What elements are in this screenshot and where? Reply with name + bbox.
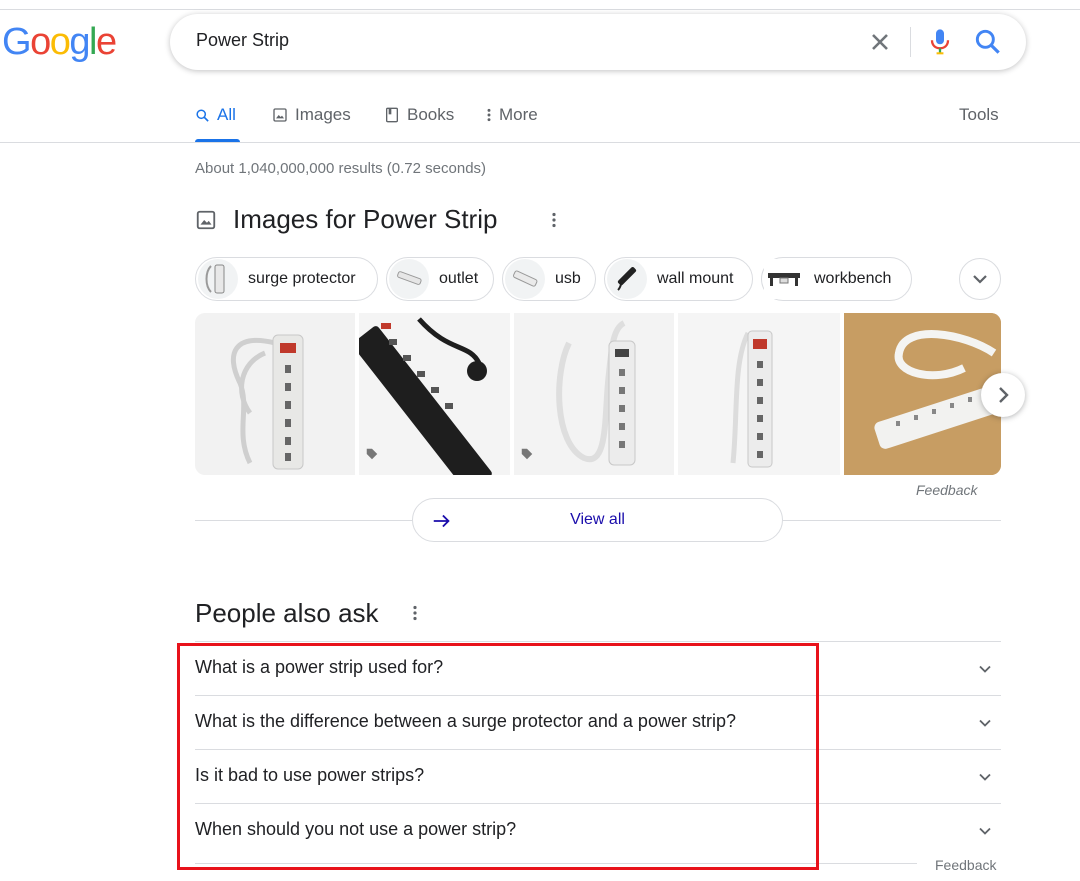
paa-feedback-link[interactable]: Feedback xyxy=(935,857,996,873)
logo-letter: G xyxy=(2,21,32,63)
logo-letter: o xyxy=(30,21,51,63)
view-all-label: View all xyxy=(570,511,625,528)
chevron-down-icon xyxy=(973,275,987,284)
chip-label: outlet xyxy=(439,270,479,287)
chevron-down-icon xyxy=(979,719,991,727)
tab-label: All xyxy=(217,105,236,124)
tab-label: More xyxy=(499,105,538,124)
logo-letter: l xyxy=(88,21,97,63)
chip-label: workbench xyxy=(814,270,892,287)
more-vert-icon[interactable] xyxy=(413,605,417,621)
power-strip-image xyxy=(730,330,773,468)
people-also-ask-title: People also ask xyxy=(195,598,379,628)
image-icon xyxy=(273,108,287,122)
chip-thumbnail xyxy=(764,259,804,299)
search-icon[interactable] xyxy=(972,26,1004,58)
tab-more[interactable]: More xyxy=(486,105,538,125)
logo-letter: g xyxy=(69,21,90,63)
chip-wall-mount[interactable]: wall mount xyxy=(604,257,753,301)
tab-all[interactable]: All xyxy=(195,105,236,125)
chip-thumbnail xyxy=(607,259,647,299)
power-strip-image xyxy=(359,317,492,475)
images-feedback-link[interactable]: Feedback xyxy=(916,482,977,498)
chevron-down-icon xyxy=(979,665,991,673)
top-rule xyxy=(0,9,1080,10)
tools-button[interactable]: Tools xyxy=(959,105,999,125)
more-vert-icon xyxy=(487,108,491,122)
search-divider xyxy=(910,27,911,57)
image-result[interactable] xyxy=(514,313,674,475)
chip-outlet[interactable]: outlet xyxy=(386,257,494,301)
tag-icon xyxy=(522,448,533,460)
active-tab-indicator xyxy=(195,139,240,142)
chip-thumbnail xyxy=(198,259,238,299)
chip-label: wall mount xyxy=(657,270,734,287)
tag-icon xyxy=(366,448,378,460)
chip-label: surge protector xyxy=(248,270,356,287)
view-all-button[interactable]: View all xyxy=(412,498,783,542)
chip-label: usb xyxy=(555,270,581,287)
search-box[interactable]: Power Strip xyxy=(170,14,1026,70)
microphone-icon[interactable] xyxy=(926,26,954,58)
chip-thumbnail xyxy=(389,259,429,299)
tab-label: Images xyxy=(295,105,351,124)
logo-letter: e xyxy=(95,21,117,63)
power-strip-image xyxy=(522,320,636,466)
image-icon xyxy=(196,210,216,229)
images-section-header: Images for Power Strip xyxy=(195,204,497,235)
logo-letter: o xyxy=(49,21,71,63)
tools-label: Tools xyxy=(959,105,999,124)
search-icon xyxy=(196,108,209,122)
chip-thumbnail xyxy=(505,259,545,299)
expand-chips-button[interactable] xyxy=(959,258,1001,300)
chip-usb[interactable]: usb xyxy=(502,257,596,301)
image-carousel xyxy=(195,313,1001,475)
carousel-next-button[interactable] xyxy=(981,373,1025,417)
chip-surge-protector[interactable]: surge protector xyxy=(195,257,378,301)
book-icon xyxy=(386,107,398,123)
image-result[interactable] xyxy=(843,313,1001,475)
search-input[interactable]: Power Strip xyxy=(196,30,289,51)
power-strip-image xyxy=(843,313,1001,475)
power-strip-image xyxy=(230,334,304,470)
google-logo[interactable]: Google xyxy=(2,20,117,64)
highlight-annotation-box xyxy=(177,643,819,870)
close-icon[interactable] xyxy=(866,28,894,56)
image-result[interactable] xyxy=(195,313,356,475)
chevron-right-icon xyxy=(999,387,1009,403)
images-section-title[interactable]: Images for Power Strip xyxy=(233,204,497,235)
chip-workbench[interactable]: workbench xyxy=(761,257,912,301)
chevron-down-icon xyxy=(979,773,991,781)
tab-images[interactable]: Images xyxy=(272,105,351,125)
tab-books[interactable]: Books xyxy=(384,105,454,125)
image-result[interactable] xyxy=(359,313,511,475)
image-result[interactable] xyxy=(677,313,840,475)
more-vert-icon[interactable] xyxy=(552,212,556,228)
search-tabs: All Images Books More Tools xyxy=(0,95,1080,143)
tab-label: Books xyxy=(407,105,455,124)
chevron-down-icon xyxy=(979,827,991,835)
result-stats: About 1,040,000,000 results (0.72 second… xyxy=(195,160,487,177)
